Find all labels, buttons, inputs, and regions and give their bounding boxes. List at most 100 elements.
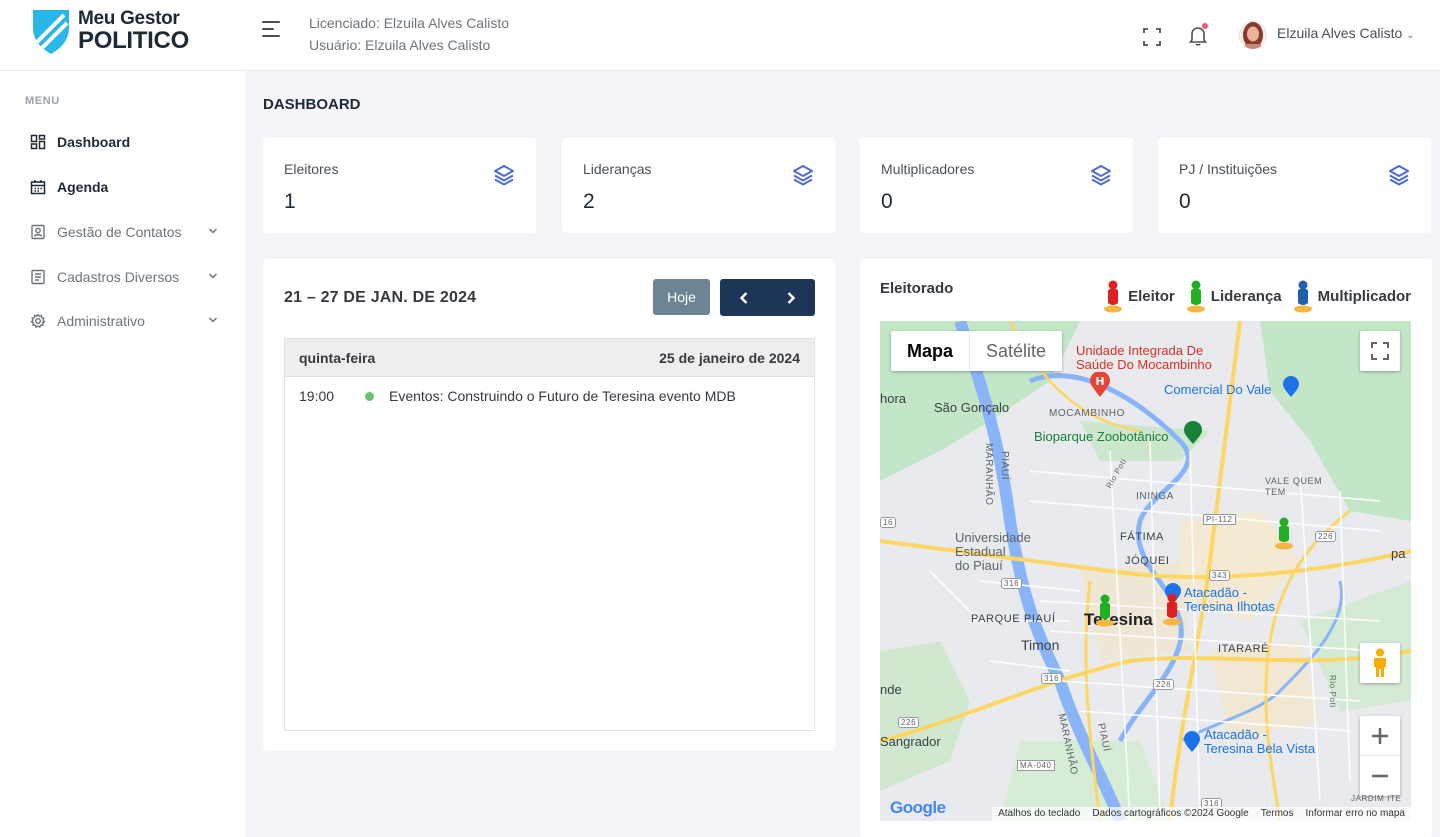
map-fullscreen-button[interactable] — [1360, 331, 1400, 371]
map-label-pa: pa — [1391, 546, 1406, 561]
day-date[interactable]: 25 de janeiro de 2024 — [659, 350, 800, 366]
map-footer-terms[interactable]: Termos — [1255, 807, 1300, 821]
shop-pin-icon[interactable] — [1183, 731, 1201, 753]
sidebar-item-agenda[interactable]: Agenda — [0, 167, 245, 207]
stat-card-multiplicadores: Multiplicadores 0 — [860, 138, 1133, 233]
zoom-out-button[interactable] — [1360, 756, 1400, 796]
map-label-hospital[interactable]: Unidade Integrada De Saúde Do Mocambinho — [1076, 344, 1212, 372]
legend-label: Liderança — [1210, 287, 1282, 305]
calendar-event[interactable]: 19:00 Eventos: Construindo o Futuro de T… — [285, 377, 814, 415]
calendar-panel: 21 – 27 DE JAN. DE 2024 Hoje quinta-feir… — [263, 259, 835, 751]
logo-line2: POLITICO — [78, 27, 189, 54]
shop-pin-icon[interactable] — [1282, 376, 1300, 398]
event-title: Eventos: Construindo o Futuro de Teresin… — [389, 388, 736, 404]
map-label-road-316b: 316 — [1041, 673, 1063, 684]
map-label-fatima: FÁTIMA — [1120, 531, 1164, 543]
pegman-icon — [1374, 648, 1386, 677]
sidebar-item-gestao-contatos[interactable]: Gestão de Contatos — [0, 212, 245, 252]
stat-card-eleitores: Eleitores 1 — [263, 138, 536, 233]
day-name[interactable]: quinta-feira — [299, 350, 375, 366]
zoom-control — [1360, 716, 1400, 796]
map-label-ininga: ININGA — [1136, 491, 1175, 502]
map-title: Eleitorado — [880, 280, 954, 297]
google-logo[interactable]: Google — [890, 798, 946, 818]
map-label-joquei: JÓQUEI — [1125, 555, 1170, 567]
stat-value: 2 — [583, 190, 595, 213]
street-view-button[interactable] — [1360, 643, 1400, 683]
sidebar-item-label: Administrativo — [57, 313, 145, 329]
map-label-rio-poti-2: Rio Poti — [1328, 675, 1337, 708]
map-footer-report[interactable]: Informar erro no mapa — [1300, 807, 1412, 821]
sidebar-item-administrativo[interactable]: Administrativo — [0, 301, 245, 341]
hospital-pin-icon[interactable]: H — [1089, 372, 1111, 398]
map-marker-lideranca[interactable] — [1092, 593, 1118, 627]
zoom-in-button[interactable] — [1360, 716, 1400, 756]
map-label-timon: Timon — [1021, 637, 1060, 653]
svg-text:H: H — [1095, 375, 1104, 388]
stat-label: Eleitores — [284, 161, 339, 177]
map-footer: Atalhos do teclado Dados cartográficos ©… — [992, 807, 1411, 821]
today-button[interactable]: Hoje — [653, 279, 710, 315]
map-label-universidade[interactable]: Universidade Estadual do Piauí — [955, 531, 1031, 573]
map-label-vale-quem-tem: VALE QUEM TEM — [1265, 476, 1323, 497]
shield-logo-icon — [33, 10, 69, 54]
plus-icon — [1372, 727, 1388, 744]
map-label-sao-goncalo: São Gonçalo — [934, 400, 1010, 415]
map-marker-eleitor[interactable] — [1159, 592, 1185, 626]
map-label-road-226b: 226 — [1153, 679, 1175, 690]
calendar-range-title: 21 – 27 DE JAN. DE 2024 — [284, 289, 477, 306]
chevron-down-icon — [208, 228, 218, 234]
map-panel: Eleitorado Eleitor Liderança Multiplicad… — [860, 259, 1432, 837]
map-footer-shortcuts[interactable]: Atalhos do teclado — [992, 807, 1086, 821]
sidebar-item-dashboard[interactable]: Dashboard — [0, 122, 245, 162]
map-label-hora: hora — [880, 391, 907, 406]
topbar: Meu Gestor POLITICO Licenciado: Elzuila … — [0, 0, 1440, 71]
map-label-comercial[interactable]: Comercial Do Vale — [1164, 383, 1271, 397]
form-icon — [30, 269, 46, 285]
map-label-road-16: 16 — [880, 517, 897, 528]
stat-value: 0 — [881, 190, 893, 213]
google-map[interactable]: Mapa Satélite Unidade Integrada De Saúde… — [880, 321, 1411, 821]
map-label-parque-piaui: PARQUE PIAUÍ — [971, 613, 1056, 625]
calendar-list-view: quinta-feira 25 de janeiro de 2024 19:00… — [284, 338, 815, 731]
sidebar-item-cadastros[interactable]: Cadastros Diversos — [0, 257, 245, 297]
sidebar-item-label: Gestão de Contatos — [57, 224, 182, 240]
map-label-atacadao-bela-vista[interactable]: Atacadão - Teresina Bela Vista — [1204, 728, 1315, 756]
chevron-down-icon — [208, 273, 218, 279]
event-dot — [365, 392, 374, 401]
fullscreen-icon[interactable] — [1142, 27, 1162, 47]
map-label-road-226a: 226 — [1315, 531, 1337, 542]
map-label-bioparque[interactable]: Bioparque Zoobotânico — [1034, 429, 1168, 444]
sidebar-item-label: Cadastros Diversos — [57, 269, 180, 285]
menu-title: MENU — [25, 95, 60, 107]
calendar-nav-group — [720, 279, 815, 316]
logo[interactable]: Meu Gestor POLITICO — [30, 6, 189, 56]
map-type-satellite-button[interactable]: Satélite — [969, 331, 1062, 371]
sidebar-item-label: Dashboard — [57, 134, 131, 150]
stat-card-liderancas: Lideranças 2 — [562, 138, 835, 233]
minus-icon — [1372, 774, 1388, 778]
dashboard-icon — [30, 134, 46, 150]
bell-icon[interactable] — [1186, 23, 1210, 47]
pin-red-icon — [1104, 280, 1123, 313]
prev-week-button[interactable] — [720, 279, 768, 316]
gear-icon — [30, 313, 46, 329]
fullscreen-icon — [1371, 342, 1389, 360]
menu-toggle-button[interactable] — [262, 21, 284, 41]
map-marker-lideranca[interactable] — [1271, 516, 1297, 550]
avatar[interactable] — [1239, 21, 1267, 49]
chevron-down-icon: ⌄ — [1406, 30, 1415, 41]
map-label-road-343: 343 — [1209, 570, 1231, 581]
park-pin-icon[interactable] — [1183, 421, 1203, 445]
stat-value: 1 — [284, 190, 296, 213]
legend-label: Eleitor — [1128, 287, 1175, 305]
map-label-atacadao-ilhotas[interactable]: Atacadão - Teresina Ilhotas — [1184, 586, 1275, 614]
event-time: 19:00 — [299, 388, 335, 404]
legend-lideranca: Liderança — [1183, 279, 1282, 313]
next-week-button[interactable] — [768, 279, 816, 316]
pin-green-icon — [1186, 280, 1205, 313]
calendar-icon — [30, 179, 46, 195]
pin-blue-icon — [1293, 280, 1312, 313]
map-type-map-button[interactable]: Mapa — [891, 331, 969, 371]
user-menu[interactable]: Elzuila Alves Calisto ⌄ — [1277, 25, 1415, 41]
